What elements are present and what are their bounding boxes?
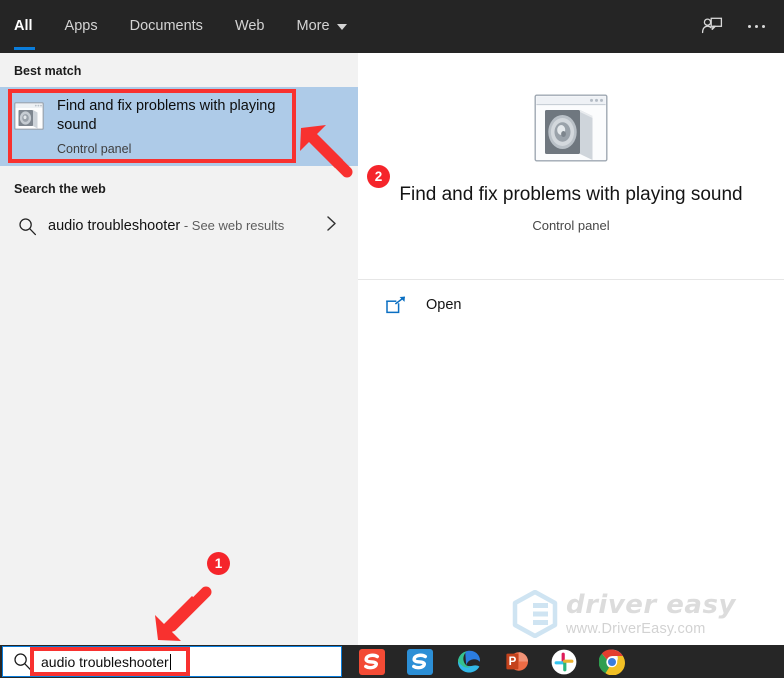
preview-title: Find and fix problems with playing sound (399, 184, 743, 205)
search-icon (14, 217, 40, 236)
ellipsis-icon[interactable] (736, 7, 776, 47)
topbar-actions (692, 0, 776, 53)
tab-web-label: Web (234, 18, 265, 35)
preview-subtitle: Control panel (532, 217, 610, 233)
chevron-down-icon (336, 23, 347, 30)
tab-documents[interactable]: Documents (114, 0, 219, 53)
svg-text:P: P (508, 656, 516, 668)
best-match-header: Best match (14, 64, 82, 78)
best-match-result[interactable]: Find and fix problems with playing sound… (0, 87, 358, 167)
search-icon (3, 652, 41, 671)
preview-card: Find and fix problems with playing sound… (358, 53, 784, 259)
web-search-result-label: audio troubleshooter - See web results (48, 218, 325, 234)
tab-apps-label: Apps (64, 18, 98, 35)
best-match-result-subtitle: Control panel (57, 142, 132, 157)
chevron-right-icon[interactable] (325, 214, 344, 238)
tab-web[interactable]: Web (219, 0, 281, 53)
tab-documents-label: Documents (129, 18, 203, 35)
open-action-label: Open (426, 296, 462, 313)
tab-more[interactable]: More (281, 0, 363, 53)
taskbar-app-microsoft-edge[interactable] (444, 645, 492, 678)
sound-speaker-large-icon (378, 89, 764, 167)
search-the-web-header: Search the web (14, 182, 106, 197)
search-tabs: All Apps Documents Web More (0, 0, 363, 53)
person-feedback-icon[interactable] (692, 7, 732, 47)
taskbar-search-value: audio troubleshooter (41, 653, 341, 670)
taskbar-app-slack[interactable] (540, 645, 588, 678)
search-filter-topbar: All Apps Documents Web More (0, 0, 784, 53)
taskbar-search-text: audio troubleshooter (41, 653, 169, 670)
open-action-row[interactable]: Open (358, 280, 784, 330)
web-search-suffix: - See web results (180, 218, 285, 234)
tab-apps[interactable]: Apps (49, 0, 114, 53)
best-match-result-title: Find and fix problems with playing sound (57, 98, 276, 134)
taskbar-app-snagit-capture[interactable] (348, 645, 396, 678)
tab-all-label: All (14, 18, 33, 35)
best-match-result-text: Find and fix problems with playing sound… (57, 97, 348, 156)
web-search-query: audio troubleshooter (48, 218, 181, 235)
open-external-icon (386, 296, 412, 314)
taskbar-app-snagit-editor[interactable] (396, 645, 444, 678)
search-results-panel: Best match Find and fix problems with pl… (0, 53, 358, 645)
windows-search-screen: All Apps Documents Web More Best match F… (0, 0, 784, 678)
tab-all[interactable]: All (0, 0, 49, 53)
taskbar-app-icons: P (348, 645, 636, 678)
taskbar-app-powerpoint[interactable]: P (492, 645, 540, 678)
web-search-result[interactable]: audio troubleshooter - See web results (0, 205, 358, 247)
text-cursor (169, 653, 171, 670)
taskbar-app-google-chrome[interactable] (588, 645, 636, 678)
taskbar-search-input[interactable]: audio troubleshooter (2, 646, 342, 677)
sound-control-panel-icon (12, 99, 46, 133)
result-preview-panel: Find and fix problems with playing sound… (358, 53, 784, 645)
tab-more-label: More (296, 18, 330, 35)
